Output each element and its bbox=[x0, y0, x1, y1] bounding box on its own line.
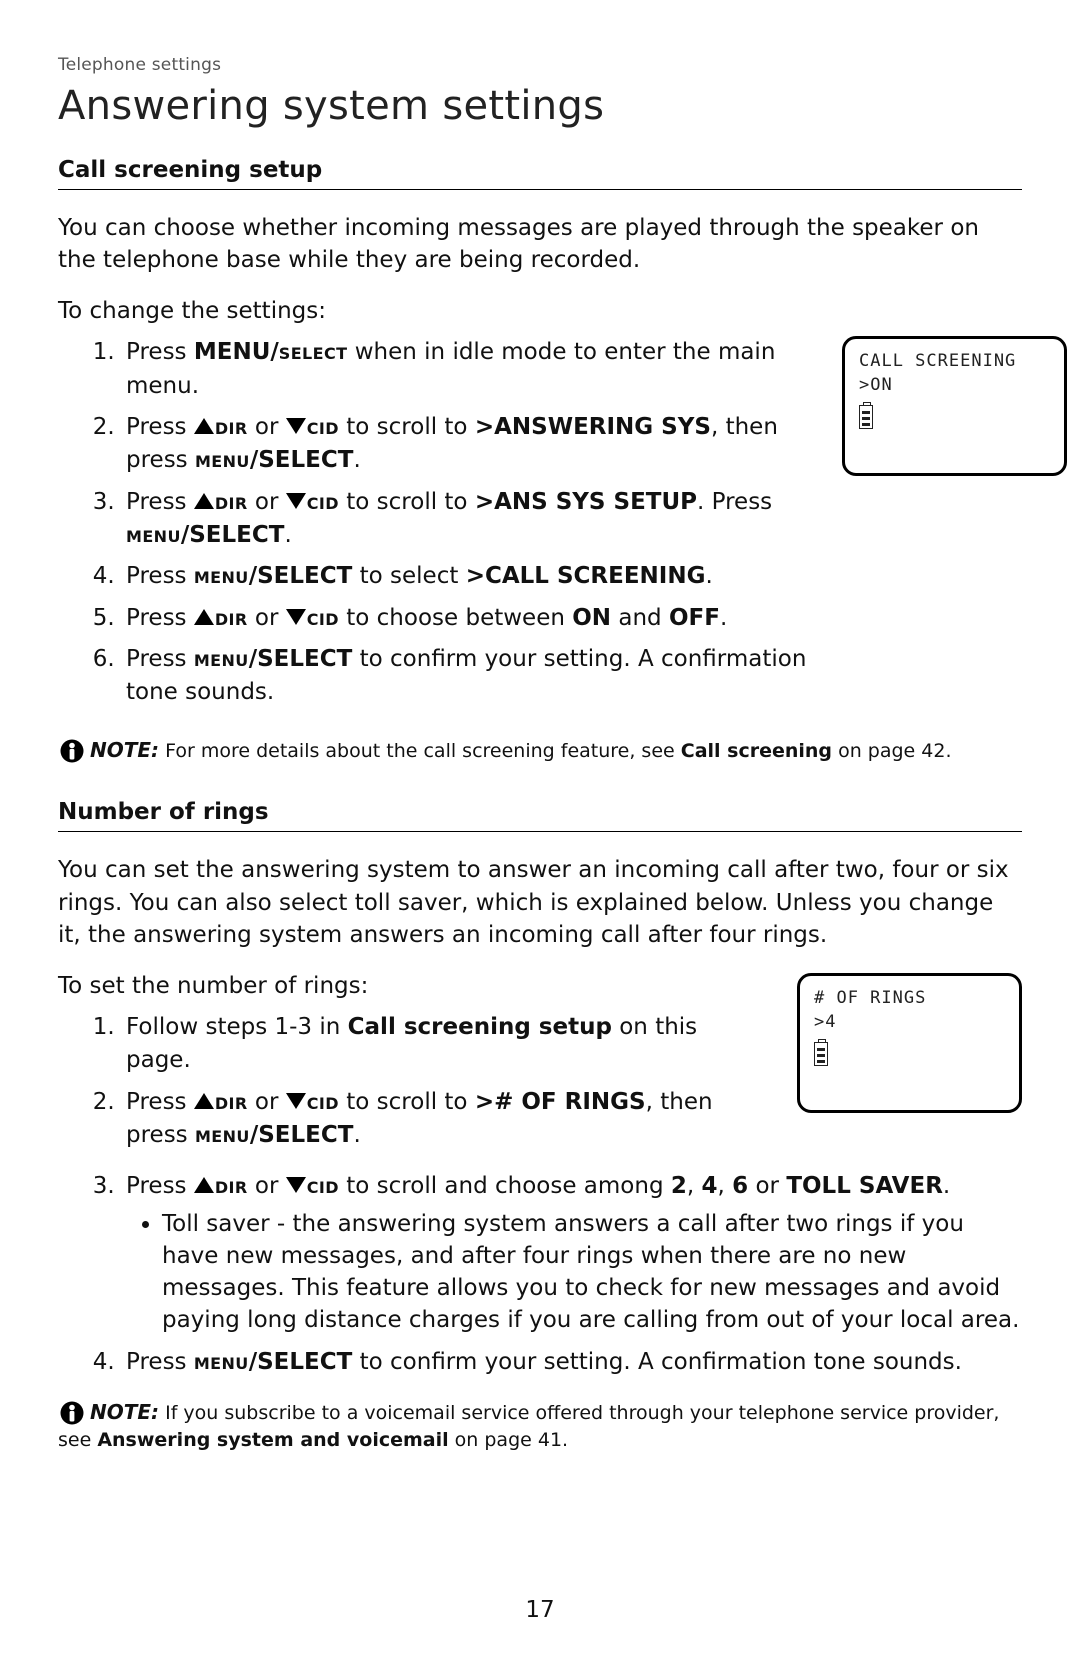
step: Press dir or cid to scroll and choose am… bbox=[122, 1170, 1022, 1336]
battery-icon bbox=[859, 405, 873, 429]
triangle-up-icon bbox=[194, 1093, 214, 1109]
lcd-line: >ON bbox=[859, 375, 1050, 395]
triangle-up-icon bbox=[194, 1177, 214, 1193]
intro-text-call-screening: You can choose whether incoming messages… bbox=[58, 212, 1022, 276]
steps-rings-partA: Follow steps 1-3 in Call screening setup… bbox=[58, 1011, 767, 1152]
section-heading-rings: Number of rings bbox=[58, 799, 1022, 825]
breadcrumb: Telephone settings bbox=[58, 55, 1022, 75]
page-number: 17 bbox=[0, 1597, 1080, 1623]
step: Press dir or cid to scroll to >ANS SYS S… bbox=[122, 486, 812, 553]
page-title: Answering system settings bbox=[58, 83, 1022, 129]
info-icon bbox=[58, 737, 86, 765]
triangle-up-icon bbox=[194, 418, 214, 434]
lcd-mockup-rings: # OF RINGS >4 bbox=[797, 973, 1022, 1113]
triangle-down-icon bbox=[286, 1093, 306, 1109]
note-rings: NOTE: If you subscribe to a voicemail se… bbox=[58, 1398, 1022, 1455]
triangle-up-icon bbox=[194, 493, 214, 509]
battery-icon bbox=[814, 1042, 828, 1066]
lcd-line: CALL SCREENING bbox=[859, 351, 1050, 371]
step: Press dir or cid to choose between ON an… bbox=[122, 602, 812, 635]
triangle-down-icon bbox=[286, 418, 306, 434]
lead-text-rings: To set the number of rings: bbox=[58, 973, 767, 999]
divider bbox=[58, 189, 1022, 190]
lcd-mockup-call-screening: CALL SCREENING >ON bbox=[842, 336, 1067, 476]
triangle-down-icon bbox=[286, 493, 306, 509]
lcd-line: # OF RINGS bbox=[814, 988, 1005, 1008]
lead-text-call-screening: To change the settings: bbox=[58, 298, 1022, 324]
section-heading-call-screening: Call screening setup bbox=[58, 157, 1022, 183]
triangle-down-icon bbox=[286, 1177, 306, 1193]
intro-text-rings: You can set the answering system to answ… bbox=[58, 854, 1022, 951]
steps-call-screening: Press MENU/select when in idle mode to e… bbox=[58, 336, 812, 709]
step: Press menu/SELECT to select >CALL SCREEN… bbox=[122, 560, 812, 593]
triangle-up-icon bbox=[194, 609, 214, 625]
bullet-toll-saver: Toll saver - the answering system answer… bbox=[162, 1208, 1022, 1337]
note-call-screening: NOTE: For more details about the call sc… bbox=[58, 736, 1022, 766]
step: Press MENU/select when in idle mode to e… bbox=[122, 336, 812, 403]
step: Press menu/SELECT to confirm your settin… bbox=[122, 643, 812, 710]
info-icon bbox=[58, 1399, 86, 1427]
triangle-down-icon bbox=[286, 609, 306, 625]
step: Press dir or cid to scroll to >ANSWERING… bbox=[122, 411, 812, 478]
step: Press dir or cid to scroll to ># OF RING… bbox=[122, 1086, 767, 1153]
step: Follow steps 1-3 in Call screening setup… bbox=[122, 1011, 767, 1078]
divider bbox=[58, 831, 1022, 832]
step: Press menu/SELECT to confirm your settin… bbox=[122, 1346, 1022, 1379]
steps-rings-partB: Press dir or cid to scroll and choose am… bbox=[58, 1170, 1022, 1379]
lcd-line: >4 bbox=[814, 1012, 1005, 1032]
